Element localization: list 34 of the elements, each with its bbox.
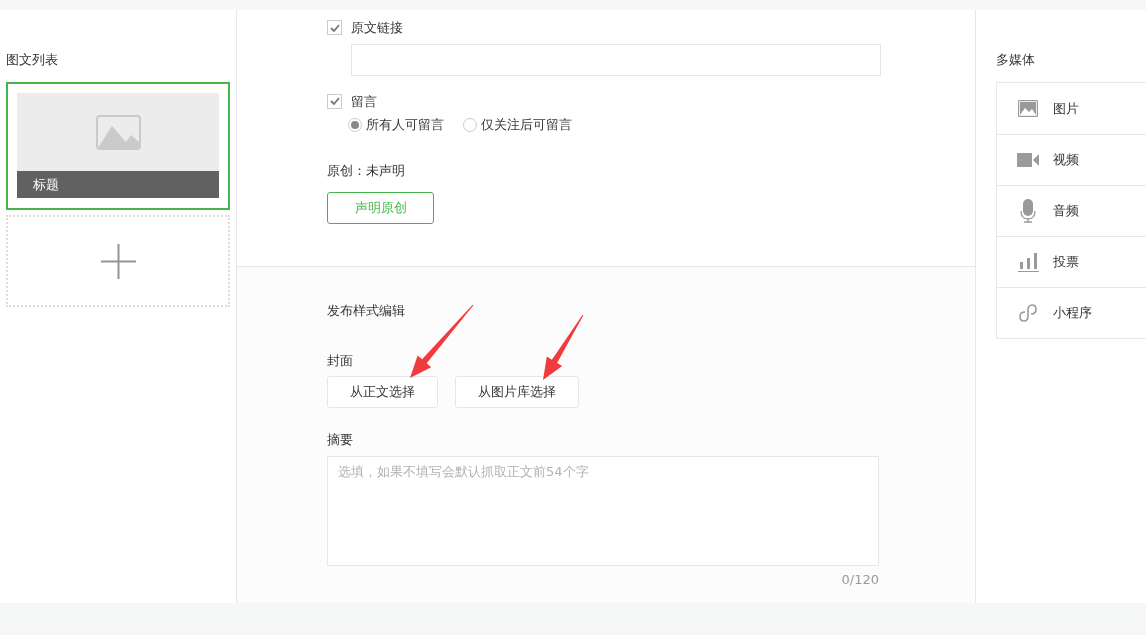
article-title: 标题: [17, 171, 219, 198]
checkbox[interactable]: [327, 20, 342, 36]
media-item[interactable]: 图片: [997, 83, 1146, 134]
arrow-annotation: [543, 314, 584, 380]
plus-icon: [100, 243, 136, 279]
section-title: 发布样式编辑: [327, 302, 406, 320]
radio-button[interactable]: [463, 117, 477, 132]
panel-title: 多媒体: [996, 51, 1036, 69]
image-icon: [95, 114, 141, 150]
video-camera-icon: [1017, 153, 1039, 167]
summary-field[interactable]: 选填，如果不填写会默认抓取正文前54个字: [327, 455, 879, 566]
media-item[interactable]: 小程序: [997, 287, 1146, 338]
panel-title: 图文列表: [6, 51, 59, 69]
microphone-icon: [1019, 199, 1037, 223]
cover-label: 封面: [327, 351, 354, 370]
character-counter: 0/120: [841, 570, 879, 589]
link-icon: [1018, 304, 1038, 322]
summary-label: 摘要: [327, 431, 354, 449]
bar-chart-icon: [1017, 252, 1039, 272]
media-item[interactable]: 投票: [997, 236, 1146, 287]
media-item[interactable]: 视频: [997, 134, 1146, 185]
checkbox-label[interactable]: 留言: [351, 91, 377, 111]
checkbox-label[interactable]: 原文链接: [351, 18, 403, 38]
checkbox[interactable]: [327, 93, 342, 109]
originality-status: 原创：未声明: [327, 161, 406, 180]
radio-button[interactable]: [348, 117, 362, 132]
cover-select-button[interactable]: 从正文选择: [327, 376, 438, 408]
radio-label[interactable]: 所有人可留言: [366, 115, 444, 135]
link-input-field[interactable]: [351, 43, 881, 76]
media-item[interactable]: 音频: [997, 185, 1146, 236]
cover-select-button[interactable]: 从图片库选择: [455, 376, 579, 408]
article-card[interactable]: 标题: [6, 82, 230, 210]
radio-label[interactable]: 仅关注后可留言: [481, 115, 572, 135]
image-icon: [1018, 100, 1038, 117]
